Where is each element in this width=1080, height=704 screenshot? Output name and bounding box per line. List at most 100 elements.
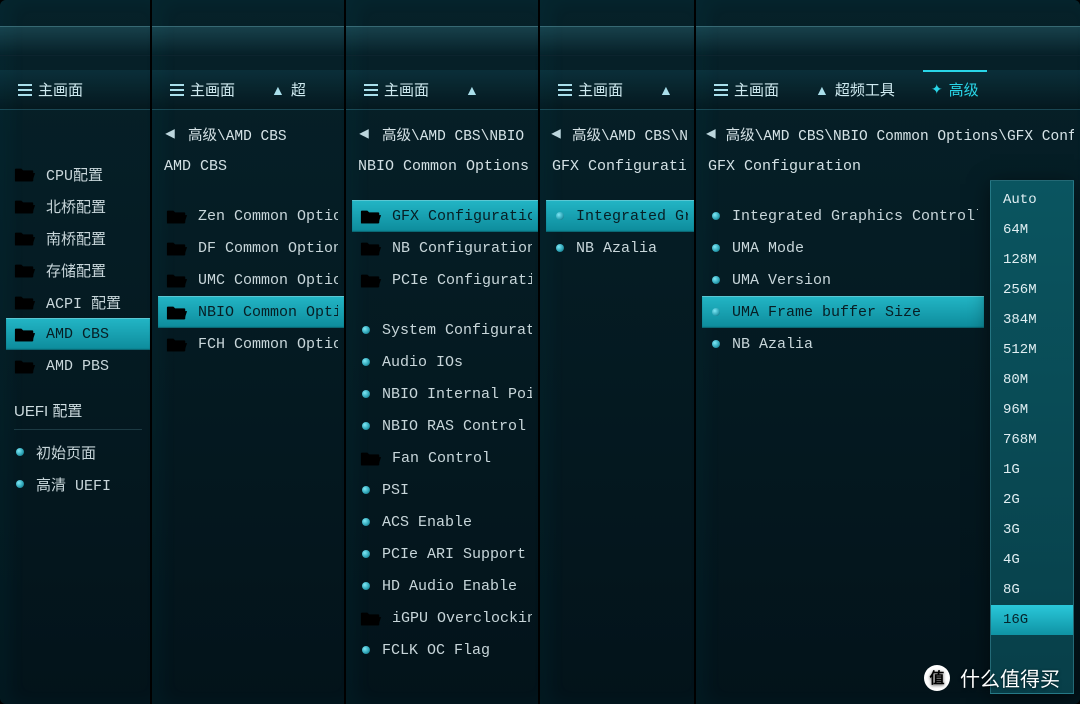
bullet-icon bbox=[16, 448, 24, 456]
topgloss bbox=[540, 26, 694, 56]
dropdown-option[interactable]: 384M bbox=[991, 305, 1073, 335]
menu-item-label: Fan Control bbox=[392, 450, 491, 467]
menu-item[interactable]: Fan Control bbox=[352, 442, 538, 474]
menu-item[interactable]: GFX Configuration bbox=[352, 200, 538, 232]
tab-main[interactable]: 主画面 bbox=[152, 70, 253, 109]
dropdown-option[interactable]: 80M bbox=[991, 365, 1073, 395]
back-icon[interactable]: ◀ bbox=[550, 126, 562, 142]
menu-item[interactable]: NBIO Common Options bbox=[158, 296, 344, 328]
menu-item[interactable]: Integrated Graphics Controller bbox=[702, 200, 984, 232]
tab-oc[interactable]: ▲ 超频工具 bbox=[797, 70, 913, 109]
panel-3: 主画面 ▲ ◀ 高级\AMD CBS\NBIO NBIO Common Opti… bbox=[344, 0, 538, 704]
dropdown-option[interactable]: Auto bbox=[991, 185, 1073, 215]
menu-item[interactable]: NB Azalia bbox=[702, 328, 984, 360]
topgloss bbox=[0, 26, 150, 56]
menu-item[interactable]: ACS Enable bbox=[352, 506, 538, 538]
menu-item[interactable]: HD Audio Enable bbox=[352, 570, 538, 602]
menu-item[interactable]: CPU配置 bbox=[6, 158, 150, 190]
rocket-icon: ▲ bbox=[815, 82, 829, 98]
dropdown-option[interactable]: 16G bbox=[991, 605, 1073, 635]
folder-icon bbox=[14, 326, 36, 342]
menu-item[interactable]: UMA Frame buffer Size bbox=[702, 296, 984, 328]
menu-item[interactable]: UMC Common Options bbox=[158, 264, 344, 296]
menu-item[interactable]: PCIe ARI Support bbox=[352, 538, 538, 570]
tab-oc[interactable]: ▲ 超 bbox=[253, 70, 324, 109]
menu-item[interactable]: 高清 UEFI bbox=[6, 468, 150, 500]
back-icon[interactable]: ◀ bbox=[706, 126, 716, 142]
menu-item-label: 存储配置 bbox=[46, 260, 106, 281]
menu-item[interactable]: System Configuration bbox=[352, 314, 538, 346]
menu-item-label: ACPI 配置 bbox=[46, 292, 121, 313]
dropdown-option[interactable]: 1G bbox=[991, 455, 1073, 485]
menu-item[interactable]: UMA Version bbox=[702, 264, 984, 296]
section-title: GFX Configuration bbox=[708, 158, 1072, 175]
menu-item[interactable]: 存储配置 bbox=[6, 254, 150, 286]
tab-oc[interactable]: ▲ bbox=[641, 70, 691, 109]
menu-item[interactable]: AMD CBS bbox=[6, 318, 150, 350]
dropdown-option[interactable]: 96M bbox=[991, 395, 1073, 425]
menu-item[interactable]: NB Configuration bbox=[352, 232, 538, 264]
menu-item[interactable]: 南桥配置 bbox=[6, 222, 150, 254]
tab-oc[interactable]: ▲ bbox=[447, 70, 497, 109]
tab-advanced[interactable]: ✦ 高级 bbox=[913, 70, 997, 109]
dropdown-option[interactable]: 4G bbox=[991, 545, 1073, 575]
dropdown-option[interactable]: 64M bbox=[991, 215, 1073, 245]
menu-item[interactable]: NBIO RAS Control bbox=[352, 410, 538, 442]
topgloss bbox=[152, 26, 344, 56]
tab-main[interactable]: 主画面 bbox=[346, 70, 447, 109]
menu-item-label: AMD PBS bbox=[46, 358, 109, 375]
menu-item[interactable]: FCH Common Options bbox=[158, 328, 344, 360]
watermark-badge: 值 bbox=[924, 665, 950, 691]
tab-label: 超频工具 bbox=[835, 79, 895, 100]
menu-item[interactable]: 初始页面 bbox=[6, 436, 150, 468]
menu-item-label: Audio IOs bbox=[382, 354, 463, 371]
tabs: 主画面 ▲ 超 bbox=[152, 70, 344, 110]
folder-icon bbox=[166, 240, 188, 256]
menu-item[interactable]: Audio IOs bbox=[352, 346, 538, 378]
menu-item[interactable]: PCIe Configuration bbox=[352, 264, 538, 296]
dropdown-option[interactable]: 768M bbox=[991, 425, 1073, 455]
bullet-icon bbox=[712, 212, 720, 220]
menu-item[interactable]: AMD PBS bbox=[6, 350, 150, 382]
section-title: NBIO Common Options bbox=[358, 158, 530, 175]
tab-main[interactable]: 主画面 bbox=[540, 70, 641, 109]
back-icon[interactable]: ◀ bbox=[162, 126, 178, 142]
breadcrumb-text: 高级\AMD CBS\NBIO bbox=[382, 124, 524, 145]
bullet-icon bbox=[362, 326, 370, 334]
menu-item-label: NB Azalia bbox=[732, 336, 813, 353]
menu-item[interactable]: Zen Common Options bbox=[158, 200, 344, 232]
menu-item[interactable]: NBIO Internal Poison bbox=[352, 378, 538, 410]
dropdown-option[interactable]: 512M bbox=[991, 335, 1073, 365]
menu-item[interactable]: ACPI 配置 bbox=[6, 286, 150, 318]
uma-size-dropdown[interactable]: Auto64M128M256M384M512M80M96M768M1G2G3G4… bbox=[990, 180, 1074, 694]
bullet-icon bbox=[362, 486, 370, 494]
folder-icon bbox=[166, 208, 188, 224]
dropdown-option[interactable]: 256M bbox=[991, 275, 1073, 305]
folder-icon bbox=[360, 272, 382, 288]
divider bbox=[14, 429, 142, 430]
menu-item-label: 南桥配置 bbox=[46, 228, 106, 249]
menu-item-label: GFX Configuration bbox=[392, 208, 532, 225]
bullet-icon bbox=[556, 244, 564, 252]
dropdown-option[interactable]: 2G bbox=[991, 485, 1073, 515]
folder-icon bbox=[360, 208, 382, 224]
dropdown-option[interactable]: 128M bbox=[991, 245, 1073, 275]
menu-item[interactable]: NB Azalia bbox=[546, 232, 694, 264]
menu-item[interactable]: PSI bbox=[352, 474, 538, 506]
back-icon[interactable]: ◀ bbox=[356, 126, 372, 142]
menu-item[interactable]: 北桥配置 bbox=[6, 190, 150, 222]
menu-item-label: HD Audio Enable bbox=[382, 578, 517, 595]
menu-item[interactable]: iGPU Overclocking bbox=[352, 602, 538, 634]
dropdown-option[interactable]: 3G bbox=[991, 515, 1073, 545]
menu-item[interactable]: FCLK OC Flag bbox=[352, 634, 538, 666]
tab-main[interactable]: 主画面 bbox=[0, 70, 101, 109]
panel-2: 主画面 ▲ 超 ◀ 高级\AMD CBS AMD CBS Zen Common … bbox=[150, 0, 344, 704]
tab-label: 超 bbox=[291, 79, 306, 100]
tab-main[interactable]: 主画面 bbox=[696, 70, 797, 109]
dropdown-option[interactable]: 8G bbox=[991, 575, 1073, 605]
menu-item-label: 北桥配置 bbox=[46, 196, 106, 217]
menu-item[interactable]: DF Common Options bbox=[158, 232, 344, 264]
menu-item[interactable]: UMA Mode bbox=[702, 232, 984, 264]
rocket-icon: ▲ bbox=[465, 82, 479, 98]
menu-item[interactable]: Integrated Graphi bbox=[546, 200, 694, 232]
